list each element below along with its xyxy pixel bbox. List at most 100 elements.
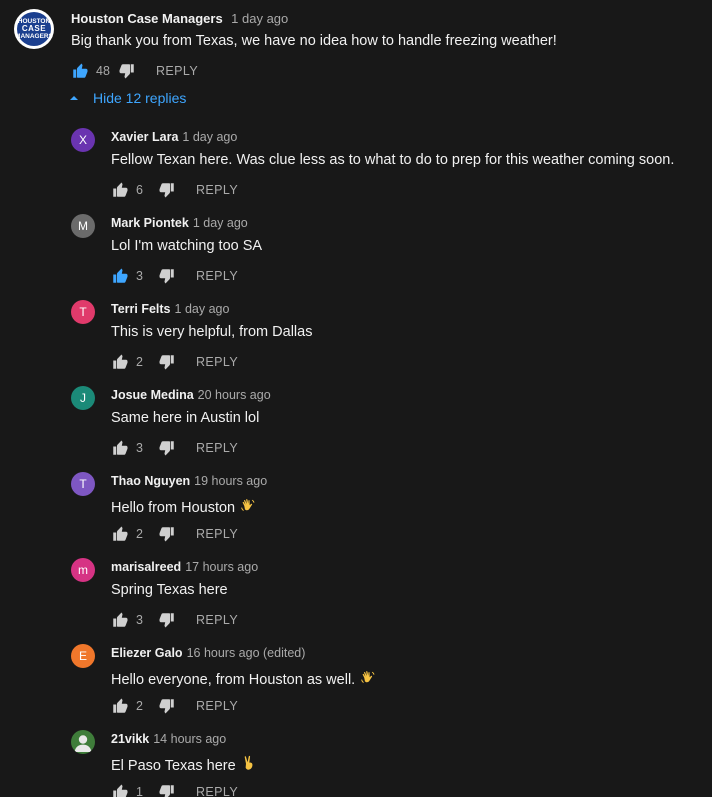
- thumbs-down-icon[interactable]: [158, 525, 176, 543]
- thumbs-down-icon[interactable]: [158, 439, 176, 457]
- avatar[interactable]: E: [71, 644, 95, 668]
- reply-button[interactable]: REPLY: [196, 699, 238, 713]
- reply-comment: M Mark Piontek 1 day ago Lol I'm watching t…: [0, 204, 712, 290]
- comment-author[interactable]: Houston Case Managers: [71, 11, 223, 26]
- avatar[interactable]: J: [71, 386, 95, 410]
- hide-replies-label: Hide 12 replies: [93, 90, 187, 106]
- comment-header: Thao Nguyen 19 hours ago: [111, 472, 267, 490]
- reply-button[interactable]: REPLY: [196, 527, 238, 541]
- thumbs-up-icon[interactable]: [111, 353, 129, 371]
- avatar-initial: X: [78, 133, 87, 147]
- comment-text-content: This is very helpful, from Dallas: [111, 324, 313, 340]
- comment-actions: 48 REPLY: [71, 61, 198, 81]
- avatar[interactable]: m: [71, 558, 95, 582]
- avatar-logo-text: MANAGERS: [15, 33, 53, 40]
- like-count: 6: [136, 183, 143, 197]
- reply-button[interactable]: REPLY: [156, 64, 198, 78]
- comment-author[interactable]: Mark Piontek: [111, 216, 189, 230]
- thumbs-up-icon[interactable]: [111, 611, 129, 629]
- reply-comment: E Eliezer Galo 16 hours ago (edited) Hello …: [0, 634, 712, 720]
- comment-time[interactable]: 1 day ago: [182, 130, 237, 144]
- reply-button[interactable]: REPLY: [196, 183, 238, 197]
- avatar[interactable]: [71, 730, 95, 754]
- comment-time[interactable]: 1 day ago: [193, 216, 248, 230]
- comment-text-content: Spring Texas here: [111, 582, 228, 598]
- comment-header: Houston Case Managers 1 day ago: [71, 10, 288, 28]
- comment-time[interactable]: 19 hours ago: [194, 474, 267, 488]
- avatar-initial: T: [79, 305, 87, 319]
- waving-hand-icon: [359, 668, 377, 690]
- thumbs-up-icon[interactable]: [111, 525, 129, 543]
- comment-header: Josue Medina 20 hours ago: [111, 386, 271, 404]
- avatar-initial: J: [80, 391, 86, 405]
- comment-header: Terri Felts 1 day ago: [111, 300, 229, 318]
- comment-actions: 3 REPLY: [111, 610, 238, 630]
- avatar-initial: M: [78, 219, 88, 233]
- comment-header: Xavier Lara 1 day ago: [111, 128, 237, 146]
- comment-actions: 2 REPLY: [111, 524, 238, 544]
- comment-author[interactable]: marisalreed: [111, 560, 181, 574]
- reply-button[interactable]: REPLY: [196, 785, 238, 797]
- reply-comment: J Josue Medina 20 hours ago Same here in Au…: [0, 376, 712, 462]
- comment-header: marisalreed 17 hours ago: [111, 558, 258, 576]
- comment-author[interactable]: Eliezer Galo: [111, 646, 183, 660]
- thumbs-down-icon[interactable]: [158, 611, 176, 629]
- comment-author[interactable]: Thao Nguyen: [111, 474, 190, 488]
- comment-time[interactable]: 14 hours ago: [153, 732, 226, 746]
- comment-time[interactable]: 1 day ago: [175, 302, 230, 316]
- victory-hand-icon: [240, 754, 258, 776]
- avatar[interactable]: X: [71, 128, 95, 152]
- thumbs-up-icon[interactable]: [111, 697, 129, 715]
- comment-time[interactable]: 16 hours ago (edited): [187, 646, 306, 660]
- like-count: 2: [136, 699, 143, 713]
- comment-text: Big thank you from Texas, we have no ide…: [71, 33, 557, 49]
- comment-author[interactable]: Josue Medina: [111, 388, 194, 402]
- thumbs-down-icon[interactable]: [118, 62, 136, 80]
- comment-text: Same here in Austin lol: [111, 410, 259, 426]
- comment-text: Fellow Texan here. Was clue less as to w…: [111, 152, 674, 168]
- avatar-initial: T: [79, 477, 87, 491]
- thumbs-down-icon[interactable]: [158, 353, 176, 371]
- comment-actions: 3 REPLY: [111, 438, 238, 458]
- thumbs-up-icon[interactable]: [71, 62, 89, 80]
- avatar[interactable]: T: [71, 472, 95, 496]
- comment-actions: 6 REPLY: [111, 180, 238, 200]
- hide-replies-button[interactable]: Hide 12 replies: [69, 90, 186, 106]
- thumbs-up-icon[interactable]: [111, 783, 129, 797]
- comment-text: Hello everyone, from Houston as well.: [111, 668, 377, 690]
- comment-actions: 1 REPLY: [111, 782, 238, 797]
- avatar-initial: E: [78, 649, 87, 663]
- comment-time[interactable]: 17 hours ago: [185, 560, 258, 574]
- thumbs-down-icon[interactable]: [158, 783, 176, 797]
- avatar[interactable]: T: [71, 300, 95, 324]
- thumbs-up-icon[interactable]: [111, 267, 129, 285]
- comment-header: Mark Piontek 1 day ago: [111, 214, 248, 232]
- reply-button[interactable]: REPLY: [196, 613, 238, 627]
- comment-author[interactable]: 21vikk: [111, 732, 149, 746]
- avatar[interactable]: M: [71, 214, 95, 238]
- avatar-initial: m: [78, 563, 88, 577]
- thumbs-up-icon[interactable]: [111, 439, 129, 457]
- thumbs-down-icon[interactable]: [158, 697, 176, 715]
- like-count: 48: [96, 64, 110, 78]
- comment-header: Eliezer Galo 16 hours ago (edited): [111, 644, 305, 662]
- comment-time[interactable]: 20 hours ago: [198, 388, 271, 402]
- comment-text-content: Fellow Texan here. Was clue less as to w…: [111, 152, 675, 168]
- reply-button[interactable]: REPLY: [196, 355, 238, 369]
- thumbs-up-icon[interactable]: [111, 181, 129, 199]
- comment-text-content: El Paso Texas here: [111, 758, 236, 774]
- reply-comment: 21vikk 14 hours ago El Paso Texas here 1 REP…: [0, 720, 712, 797]
- channel-avatar[interactable]: HOUSTON CASE MANAGERS: [14, 9, 54, 49]
- like-count: 3: [136, 441, 143, 455]
- reply-button[interactable]: REPLY: [196, 269, 238, 283]
- comment-author[interactable]: Xavier Lara: [111, 130, 178, 144]
- like-count: 1: [136, 785, 143, 797]
- thumbs-down-icon[interactable]: [158, 267, 176, 285]
- comment-author[interactable]: Terri Felts: [111, 302, 171, 316]
- comment-thread: HOUSTON CASE MANAGERS Houston Case Manag…: [0, 0, 712, 797]
- comment-actions: 2 REPLY: [111, 696, 238, 716]
- avatar-logo-text: CASE: [21, 24, 47, 33]
- thumbs-down-icon[interactable]: [158, 181, 176, 199]
- reply-button[interactable]: REPLY: [196, 441, 238, 455]
- comment-time[interactable]: 1 day ago: [231, 11, 288, 26]
